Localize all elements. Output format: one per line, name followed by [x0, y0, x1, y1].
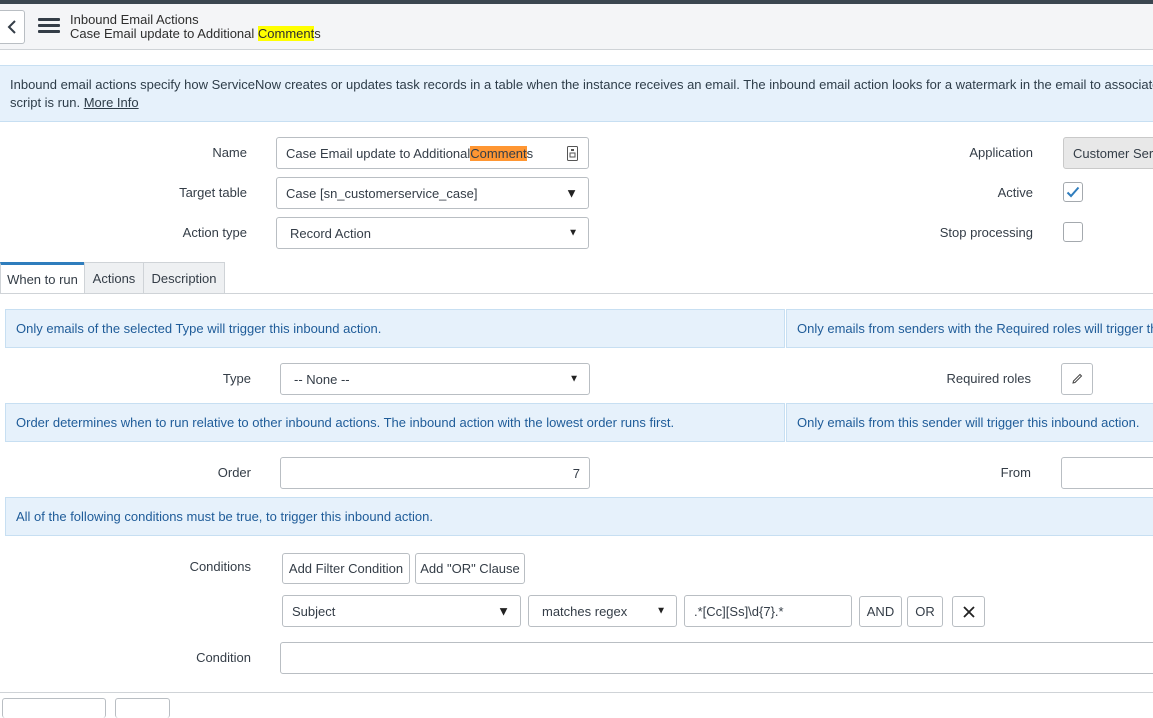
type-hint: Only emails of the selected Type will tr… — [5, 309, 785, 348]
name-prefix: Case Email update to Additional — [286, 145, 471, 161]
chevron-left-icon — [7, 20, 16, 34]
caret-down-icon: ▼ — [497, 603, 510, 619]
checkmark-icon — [1066, 186, 1080, 198]
application-field: Customer Serv — [1063, 137, 1153, 169]
tab-description[interactable]: Description — [143, 262, 225, 293]
condition-operator-select[interactable]: matches regex ▼ — [528, 595, 677, 627]
menu-icon[interactable] — [38, 18, 60, 34]
order-input[interactable]: 7 — [280, 457, 590, 489]
target-table-label: Target table — [179, 185, 247, 200]
form-header: Inbound Email Actions Case Email update … — [0, 4, 1153, 50]
from-hint: Only emails from this sender will trigge… — [786, 403, 1153, 442]
tab-actions[interactable]: Actions — [84, 262, 144, 293]
type-value: -- None -- — [294, 371, 350, 387]
footer-button[interactable] — [2, 698, 106, 718]
caret-down-icon: ▼ — [565, 185, 578, 201]
from-label: From — [1000, 465, 1031, 480]
active-checkbox[interactable] — [1063, 182, 1083, 202]
roles-hint: Only emails from senders with the Requir… — [786, 309, 1153, 348]
type-label: Type — [222, 371, 251, 386]
caret-down-icon: ▼ — [568, 227, 578, 239]
tab-divider — [0, 293, 1153, 294]
search-highlight: Comment — [257, 26, 315, 41]
conditions-hint: All of the following conditions must be … — [5, 497, 1153, 536]
banner-text: Inbound email actions specify how Servic… — [10, 77, 1153, 92]
add-filter-condition-button[interactable]: Add Filter Condition — [282, 553, 410, 584]
target-table-select[interactable]: Case [sn_customerservice_case] ▼ — [276, 177, 589, 209]
name-suffix: s — [526, 145, 534, 161]
name-highlight: Comment — [470, 145, 527, 161]
name-input[interactable]: Case Email update to Additional Comment s — [276, 137, 589, 169]
required-roles-label: Required roles — [946, 371, 1031, 386]
footer-button[interactable] — [115, 698, 170, 718]
caret-down-icon: ▼ — [656, 605, 666, 617]
target-table-value: Case [sn_customerservice_case] — [286, 185, 478, 201]
condition-input[interactable] — [280, 642, 1153, 674]
info-banner: Inbound email actions specify how Servic… — [0, 65, 1153, 122]
add-or-clause-button[interactable]: Add "OR" Clause — [415, 553, 525, 584]
form-footer-divider — [0, 692, 1153, 693]
condition-operator-value: matches regex — [542, 603, 628, 619]
order-label: Order — [217, 465, 251, 480]
condition-field-select[interactable]: Subject ▼ — [282, 595, 521, 627]
action-type-value: Record Action — [290, 225, 371, 241]
record-name: Case Email update to Additional Comments — [70, 26, 321, 41]
conditions-label: Conditions — [189, 559, 251, 574]
and-button[interactable]: AND — [859, 596, 902, 627]
close-icon — [962, 605, 975, 618]
action-type-label: Action type — [182, 225, 247, 240]
from-input[interactable] — [1061, 457, 1153, 489]
stop-processing-checkbox[interactable] — [1063, 222, 1083, 242]
active-label: Active — [997, 185, 1033, 200]
condition-value-input[interactable]: .*[Cc][Ss]\d{7}.* — [684, 595, 852, 627]
pencil-icon — [1072, 373, 1083, 384]
stop-processing-label: Stop processing — [939, 225, 1033, 240]
more-info-link[interactable]: More Info — [84, 95, 139, 110]
delete-condition-button[interactable] — [952, 596, 985, 627]
caret-down-icon: ▼ — [569, 373, 579, 385]
name-label: Name — [212, 145, 247, 160]
edit-roles-button[interactable] — [1061, 363, 1093, 395]
record-name-suffix: s — [314, 26, 321, 41]
condition-label: Condition — [196, 650, 251, 665]
banner-text-line2: script is run. — [10, 95, 81, 110]
page-title: Inbound Email Actions — [70, 12, 199, 27]
type-select[interactable]: -- None -- ▼ — [280, 363, 590, 395]
translate-icon[interactable] — [567, 146, 578, 161]
order-hint: Order determines when to run relative to… — [5, 403, 785, 442]
application-value: Customer Serv — [1073, 145, 1153, 161]
record-name-prefix: Case Email update to Additional — [70, 26, 258, 41]
application-label: Application — [969, 145, 1033, 160]
or-button[interactable]: OR — [907, 596, 943, 627]
condition-field-value: Subject — [292, 603, 336, 619]
action-type-select[interactable]: Record Action ▼ — [276, 217, 589, 249]
tab-when-to-run[interactable]: When to run — [0, 262, 85, 293]
back-button[interactable] — [0, 10, 25, 44]
